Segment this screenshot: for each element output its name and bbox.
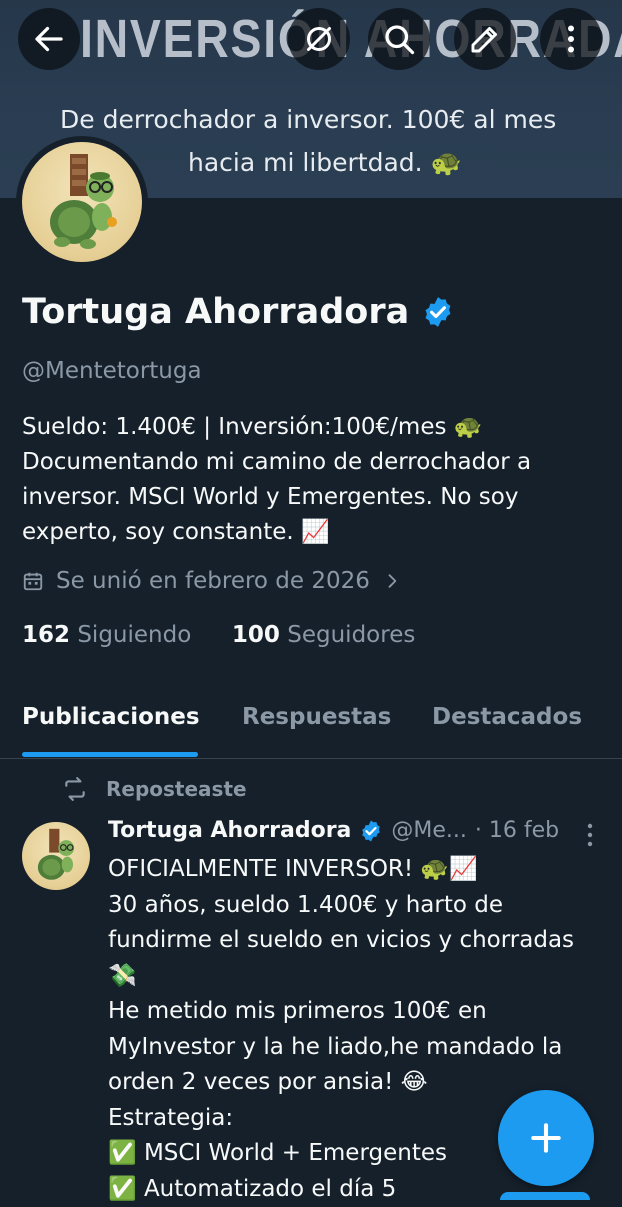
compose-fab-button[interactable] bbox=[498, 1090, 594, 1186]
joined-date-row[interactable]: Se unió en febrero de 2026 bbox=[22, 568, 402, 594]
post-header: Tortuga Ahorradora @Me... · 16 feb bbox=[108, 818, 559, 843]
joined-date-text: Se unió en febrero de 2026 bbox=[56, 568, 370, 594]
followers-label: Seguidores bbox=[287, 622, 415, 648]
profile-avatar[interactable] bbox=[16, 136, 148, 268]
post-author-avatar[interactable] bbox=[22, 822, 90, 890]
profile-name: Tortuga Ahorradora bbox=[22, 292, 455, 332]
verified-badge-icon[interactable] bbox=[421, 295, 455, 329]
edit-button[interactable] bbox=[454, 8, 516, 70]
grok-button[interactable] bbox=[288, 8, 350, 70]
verified-badge-icon bbox=[359, 819, 383, 843]
bio-line: experto, soy constante. 📈 bbox=[22, 515, 602, 550]
back-arrow-icon bbox=[31, 21, 67, 57]
post-line: 💸 bbox=[108, 959, 608, 995]
bio-line: Documentando mi camino de derrochador a bbox=[22, 445, 602, 480]
post-date: · 16 feb bbox=[475, 818, 559, 843]
post-more-icon[interactable] bbox=[578, 820, 602, 850]
partial-button-edge bbox=[500, 1192, 590, 1200]
post-line: MyInvestor y la he liado,he mandado la bbox=[108, 1030, 608, 1066]
post-line: 30 años, sueldo 1.400€ y harto de bbox=[108, 888, 608, 924]
repost-label: Reposteaste bbox=[106, 777, 247, 801]
post-line: OFICIALMENTE INVERSOR! 🐢📈 bbox=[108, 852, 608, 888]
more-vertical-icon bbox=[553, 21, 589, 57]
post-line: He metido mis primeros 100€ en bbox=[108, 994, 608, 1030]
back-button[interactable] bbox=[18, 8, 80, 70]
following-label: Siguiendo bbox=[77, 622, 191, 648]
more-button[interactable] bbox=[540, 8, 602, 70]
repost-indicator: Reposteaste bbox=[62, 776, 247, 802]
edit-icon bbox=[467, 21, 503, 57]
turtle-avatar-image bbox=[22, 142, 142, 262]
following-link[interactable]: 162 Siguiendo bbox=[22, 622, 191, 648]
followers-link[interactable]: 100 Seguidores bbox=[232, 622, 415, 648]
following-count: 162 bbox=[22, 622, 70, 648]
bio-line: Sueldo: 1.400€ | Inversión:100€/mes 🐢 bbox=[22, 410, 602, 445]
profile-handle: @Mentetortuga bbox=[22, 358, 202, 384]
search-button[interactable] bbox=[368, 8, 430, 70]
follow-stats: 162 Siguiendo 100 Seguidores bbox=[22, 622, 415, 648]
repost-icon bbox=[62, 776, 88, 802]
grok-icon bbox=[301, 21, 337, 57]
plus-icon bbox=[527, 1119, 565, 1157]
post-author-name[interactable]: Tortuga Ahorradora bbox=[108, 818, 351, 843]
calendar-icon bbox=[22, 570, 44, 592]
banner-tagline-line1: De derrochador a inversor. 100€ al mes bbox=[60, 98, 580, 141]
post-author-handle: @Me... bbox=[391, 818, 467, 843]
profile-bio: Sueldo: 1.400€ | Inversión:100€/mes 🐢 Do… bbox=[22, 410, 602, 550]
tab-destacados[interactable]: Destacados bbox=[432, 704, 582, 730]
tab-publicaciones[interactable]: Publicaciones bbox=[22, 704, 200, 730]
search-icon bbox=[381, 21, 417, 57]
profile-tabs: Publicaciones Respuestas Destacados bbox=[0, 684, 622, 759]
chevron-right-icon bbox=[382, 571, 402, 591]
bio-line: inversor. MSCI World y Emergentes. No so… bbox=[22, 480, 602, 515]
post-line: fundirme el sueldo en vicios y chorradas bbox=[108, 923, 608, 959]
profile-name-text: Tortuga Ahorradora bbox=[22, 292, 409, 332]
active-tab-indicator bbox=[22, 752, 198, 757]
followers-count: 100 bbox=[232, 622, 280, 648]
tab-respuestas[interactable]: Respuestas bbox=[242, 704, 391, 730]
